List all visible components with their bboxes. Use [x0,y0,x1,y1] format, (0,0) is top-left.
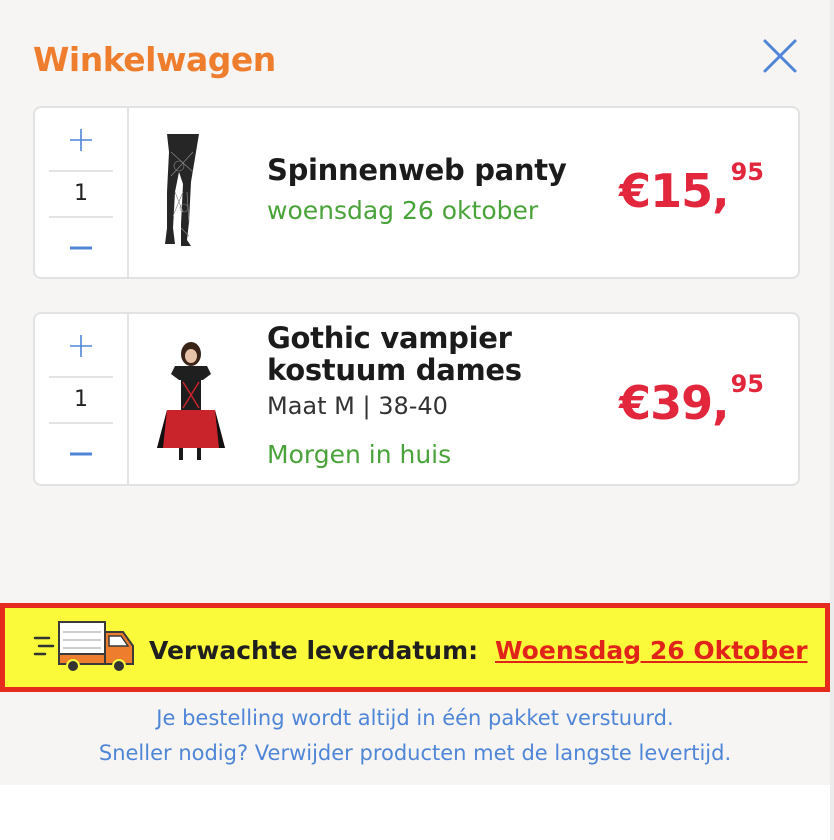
quantity-stepper: 1 [35,108,129,277]
delivery-date: woensdag 26 oktober [267,196,539,225]
product-name-line: kostuum dames [267,353,522,387]
plus-icon [70,129,92,151]
costume-image [153,340,229,466]
decrease-quantity-button[interactable] [49,220,113,276]
quantity-value[interactable]: 1 [49,376,113,424]
delivery-date: Morgen in huis [267,440,452,469]
product-price: €15, 95 [619,158,764,218]
close-button[interactable] [760,36,800,76]
increase-quantity-button[interactable] [49,318,113,374]
quantity-stepper: 1 [35,314,129,484]
delivery-date-link[interactable]: Woensdag 26 Oktober [495,636,808,665]
cart-item: 1 Spinnenweb panty woensdag 26 oktober €… [33,106,800,279]
price-main: €39, [619,376,729,430]
price-main: €15, [619,164,729,218]
product-size: Maat M | 38-40 [267,392,448,420]
close-icon [763,39,797,73]
product-name[interactable]: Spinnenweb panty [267,154,567,186]
minus-icon [70,452,92,456]
price-cents: 95 [730,370,764,398]
price-cents: 95 [730,158,764,186]
quantity-value[interactable]: 1 [49,170,113,218]
cart-item: 1 Gothic vampier kostuum dames Maat M | … [33,312,800,486]
decrease-quantity-button[interactable] [49,426,113,482]
delivery-label: Verwachte leverdatum: [149,636,479,665]
plus-icon [70,335,92,357]
product-name-line: Gothic vampier [267,321,512,355]
tights-image [153,132,213,256]
minus-icon [70,246,92,250]
cart-title: Winkelwagen [33,40,276,79]
delivery-banner: Verwachte leverdatum: Woensdag 26 Oktobe… [0,603,830,692]
scrollbar-edge [830,0,834,840]
info-line-2: Sneller nodig? Verwijder producten met d… [98,741,732,765]
delivery-truck-icon [31,616,143,682]
increase-quantity-button[interactable] [49,112,113,168]
product-name[interactable]: Gothic vampier kostuum dames [267,322,522,386]
info-line-1: Je bestelling wordt altijd in één pakket… [156,706,674,730]
product-price: €39, 95 [619,370,764,430]
